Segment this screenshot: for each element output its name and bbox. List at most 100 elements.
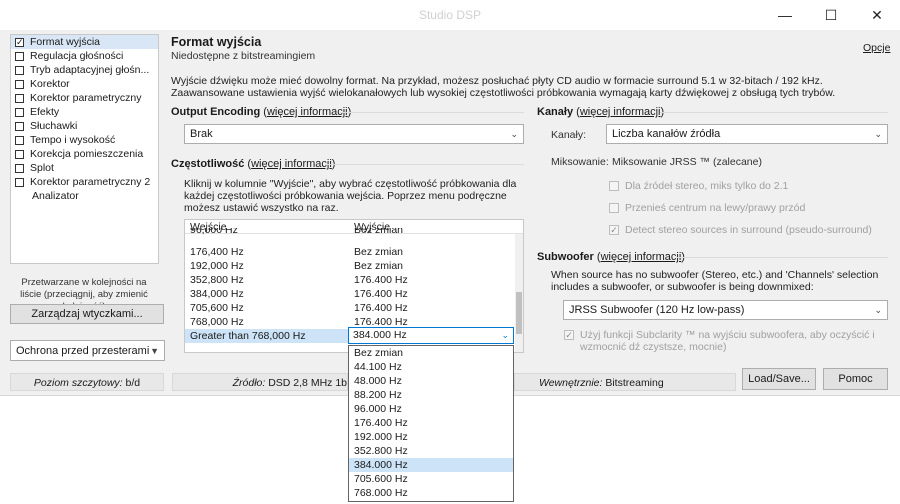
minimize-button[interactable]: — [762,0,808,30]
sidebar-item[interactable]: Korektor [11,77,158,91]
move-center-label: Przenieś centrum na lewy/prawy przód [625,202,806,214]
output-frequency-cell[interactable]: Bez zmian [354,259,403,273]
source-label: Źródło: [232,377,266,389]
checkbox-icon[interactable] [15,135,24,145]
peak-level-value: b/d [125,377,141,389]
sidebar-item[interactable]: Splot [11,161,158,175]
output-encoding-header: Output Encoding (więcej informacji) [171,106,351,118]
channels-header: Kanały (więcej informacji) [537,106,664,118]
table-row[interactable]: 176,400 Hz Bez zmian [185,245,514,259]
sidebar-item-label: Analizator [32,190,79,202]
peak-level: Poziom szczytowy: b/d [10,373,164,391]
sidebar-item[interactable]: Analizator [11,189,158,203]
checkbox-icon[interactable] [15,149,24,159]
dropdown-option[interactable]: 96.000 Hz [349,402,513,416]
help-button[interactable]: Pomoc [823,368,888,390]
table-row[interactable]: 96,000 Hz Bez zmian [185,228,514,236]
frequency-label: Częstotliwość [171,158,245,170]
page-title: Format wyjścia [171,35,262,49]
sidebar-item[interactable]: Regulacja głośności [11,49,158,63]
output-frequency-cell[interactable]: 176.400 Hz [354,273,408,287]
checkbox-icon[interactable] [15,177,24,187]
manage-plugins-button[interactable]: Zarządzaj wtyczkami... [10,304,164,324]
channels-field-label: Kanały: [551,129,587,141]
checkbox-icon[interactable] [15,93,24,103]
options-link[interactable]: Opcje [863,42,890,54]
internal-value: Bitstreaming [605,377,664,389]
maximize-button[interactable]: ☐ [808,0,854,30]
checkbox-icon[interactable] [15,163,24,173]
close-button[interactable]: ✕ [854,0,900,30]
input-frequency-cell: 352,800 Hz [190,274,244,286]
output-cell-select[interactable]: 384.000 Hz ⌄ [348,327,514,344]
subwoofer-value: JRSS Subwoofer (120 Hz low-pass) [569,304,745,316]
divider [676,257,888,258]
sidebar-item[interactable]: Tryb adaptacyjnej głośn... [11,63,158,77]
sidebar-item-label: Tryb adaptacyjnej głośn... [30,64,150,76]
sidebar-item[interactable]: Efekty [11,105,158,119]
dropdown-option[interactable]: Bez zmian [349,346,513,360]
checkbox-icon[interactable] [15,121,24,131]
table-row[interactable]: 384,000 Hz 176.400 Hz [185,287,514,301]
scrollbar-thumb[interactable] [516,292,522,334]
channels-label: Kanały [537,106,574,118]
subclarity-label: Użyj funkcji Subclarity ™ na wyjściu sub… [580,329,875,353]
source-info: Źródło: DSD 2,8 MHz 1b [172,373,348,391]
dropdown-option[interactable]: 384.000 Hz [349,458,513,472]
sidebar-item[interactable]: Korekcja pomieszczenia [11,147,158,161]
sidebar-item-label: Splot [30,162,54,174]
input-frequency-cell: 768,000 Hz [190,316,244,328]
table-row[interactable]: 705,600 Hz 176.400 Hz [185,301,514,315]
sidebar-item[interactable]: Korektor parametryczny 2 [11,175,158,189]
move-center-checkbox[interactable]: Przenieś centrum na lewy/prawy przód [609,202,805,214]
dropdown-option[interactable]: 88.200 Hz [349,388,513,402]
sidebar-item[interactable]: Tempo i wysokość [11,133,158,147]
checkbox-box [609,181,619,191]
output-frequency-cell[interactable]: 176.400 Hz [354,301,408,315]
dropdown-option[interactable]: 352.800 Hz [349,444,513,458]
checkbox-icon[interactable] [15,51,24,61]
subwoofer-select[interactable]: JRSS Subwoofer (120 Hz low-pass) ⌄ [563,300,888,320]
chevron-down-icon: ▼ [150,345,159,356]
dropdown-option[interactable]: 44.100 Hz [349,360,513,374]
checkmark-icon[interactable]: ✓ [15,37,24,47]
subwoofer-header: Subwoofer (więcej informacji) [537,251,685,263]
dropdown-option[interactable]: 705.600 Hz [349,472,513,486]
sidebar-item-label: Tempo i wysokość [30,134,116,146]
frequency-more-link[interactable]: więcej informacji [251,158,332,170]
clipping-protection-select[interactable]: Ochrona przed przesterami ▼ [10,340,165,361]
output-cell-value: 384.000 Hz [353,329,407,341]
channels-select[interactable]: Liczba kanałów źródła ⌄ [606,124,888,144]
checkbox-icon[interactable] [15,65,24,75]
sidebar-dsp-list: ✓ Format wyjścia Regulacja głośności Tryb a… [10,34,159,264]
output-encoding-more-link[interactable]: więcej informacji [267,106,348,118]
checkbox-icon[interactable] [15,107,24,117]
dropdown-option[interactable]: 176.400 Hz [349,416,513,430]
table-row[interactable]: 352,800 Hz 176.400 Hz [185,273,514,287]
subclarity-checkbox[interactable]: ✓ Użyj funkcji Subclarity ™ na wyjściu s… [564,329,888,353]
dropdown-option[interactable]: 48.000 Hz [349,374,513,388]
stereo-mix-checkbox[interactable]: Dla źródeł stereo, miks tylko do 2.1 [609,180,788,192]
checkbox-box [609,203,619,213]
output-frequency-cell[interactable]: 176.400 Hz [354,287,408,301]
sidebar-item-label: Format wyjścia [30,36,101,48]
checkbox-icon[interactable] [15,79,24,89]
output-encoding-select[interactable]: Brak ⌄ [184,124,524,144]
table-scrollbar[interactable] [515,234,523,352]
dropdown-option[interactable]: 192.000 Hz [349,430,513,444]
clipping-protection-value: Ochrona przed przesterami [16,344,150,357]
divider [660,112,888,113]
table-row[interactable]: 192,000 Hz Bez zmian [185,259,514,273]
output-frequency-cell[interactable]: Bez zmian [354,245,403,259]
subwoofer-more-link[interactable]: więcej informacji [601,251,682,263]
sidebar-item-label: Korektor parametryczny [30,92,142,104]
dropdown-option[interactable]: 768.000 Hz [349,486,513,500]
output-frequency-cell[interactable]: Bez zmian [354,228,403,235]
sidebar-item[interactable]: ✓ Format wyjścia [11,35,158,49]
input-frequency-cell: 192,000 Hz [190,260,244,272]
channels-more-link[interactable]: więcej informacji [580,106,661,118]
detect-stereo-checkbox[interactable]: ✓ Detect stereo sources in surround (pse… [609,224,872,236]
sidebar-item[interactable]: Słuchawki [11,119,158,133]
sidebar-item[interactable]: Korektor parametryczny [11,91,158,105]
load-save-button[interactable]: Load/Save... [742,368,816,390]
